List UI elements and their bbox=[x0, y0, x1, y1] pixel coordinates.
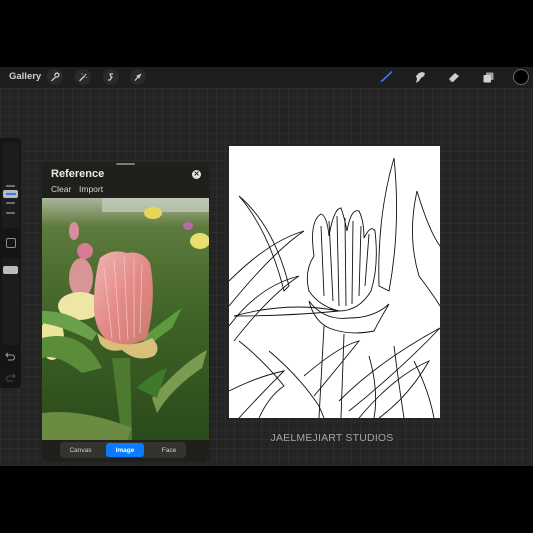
layers-icon bbox=[483, 72, 493, 82]
selection-s-icon bbox=[108, 73, 113, 81]
smudge-icon bbox=[416, 71, 425, 83]
drawing-canvas[interactable] bbox=[229, 146, 440, 418]
opacity-thumb[interactable] bbox=[3, 265, 18, 274]
brush-size-thumb[interactable] bbox=[3, 190, 18, 199]
bottom-letterbox bbox=[0, 466, 533, 533]
mode-face-tab[interactable]: Face bbox=[150, 443, 188, 457]
size-indicator bbox=[5, 193, 16, 196]
slider-tick bbox=[6, 202, 15, 204]
drag-handle[interactable] bbox=[116, 163, 135, 165]
eraser-icon bbox=[449, 73, 459, 82]
top-letterbox bbox=[0, 0, 533, 67]
modify-button[interactable] bbox=[6, 238, 16, 248]
magic-wand-icon bbox=[79, 73, 87, 82]
color-picker-button[interactable] bbox=[513, 69, 529, 85]
clear-button[interactable]: Clear bbox=[51, 184, 71, 194]
brush-tool[interactable] bbox=[377, 69, 395, 85]
redo-button[interactable] bbox=[4, 371, 17, 383]
selection-button[interactable] bbox=[103, 69, 119, 85]
mode-canvas-tab[interactable]: Canvas bbox=[62, 443, 99, 457]
eraser-tool[interactable] bbox=[445, 69, 463, 85]
smudge-tool[interactable] bbox=[411, 69, 429, 85]
redo-icon bbox=[5, 373, 16, 382]
import-button[interactable]: Import bbox=[79, 184, 103, 194]
reference-image bbox=[42, 198, 209, 440]
brush-icon bbox=[380, 71, 393, 83]
canvas-watermark: JAELMEJIART STUDIOS bbox=[270, 432, 394, 444]
gallery-button[interactable]: Gallery bbox=[9, 71, 41, 82]
transform-button[interactable] bbox=[130, 69, 146, 85]
wrench-icon bbox=[51, 72, 60, 82]
adjustments-button[interactable] bbox=[75, 69, 91, 85]
undo-icon bbox=[5, 352, 16, 361]
line-art-drawing bbox=[229, 157, 440, 418]
slider-tick bbox=[6, 212, 15, 214]
actions-button[interactable] bbox=[47, 69, 63, 85]
close-icon[interactable]: ✕ bbox=[192, 170, 201, 179]
arrow-cursor-icon bbox=[134, 73, 142, 81]
mode-image-tab[interactable]: Image bbox=[106, 443, 144, 457]
reference-title: Reference bbox=[51, 168, 105, 180]
layers-tool[interactable] bbox=[479, 69, 497, 85]
undo-button[interactable] bbox=[4, 350, 17, 362]
slider-tick bbox=[6, 185, 15, 187]
